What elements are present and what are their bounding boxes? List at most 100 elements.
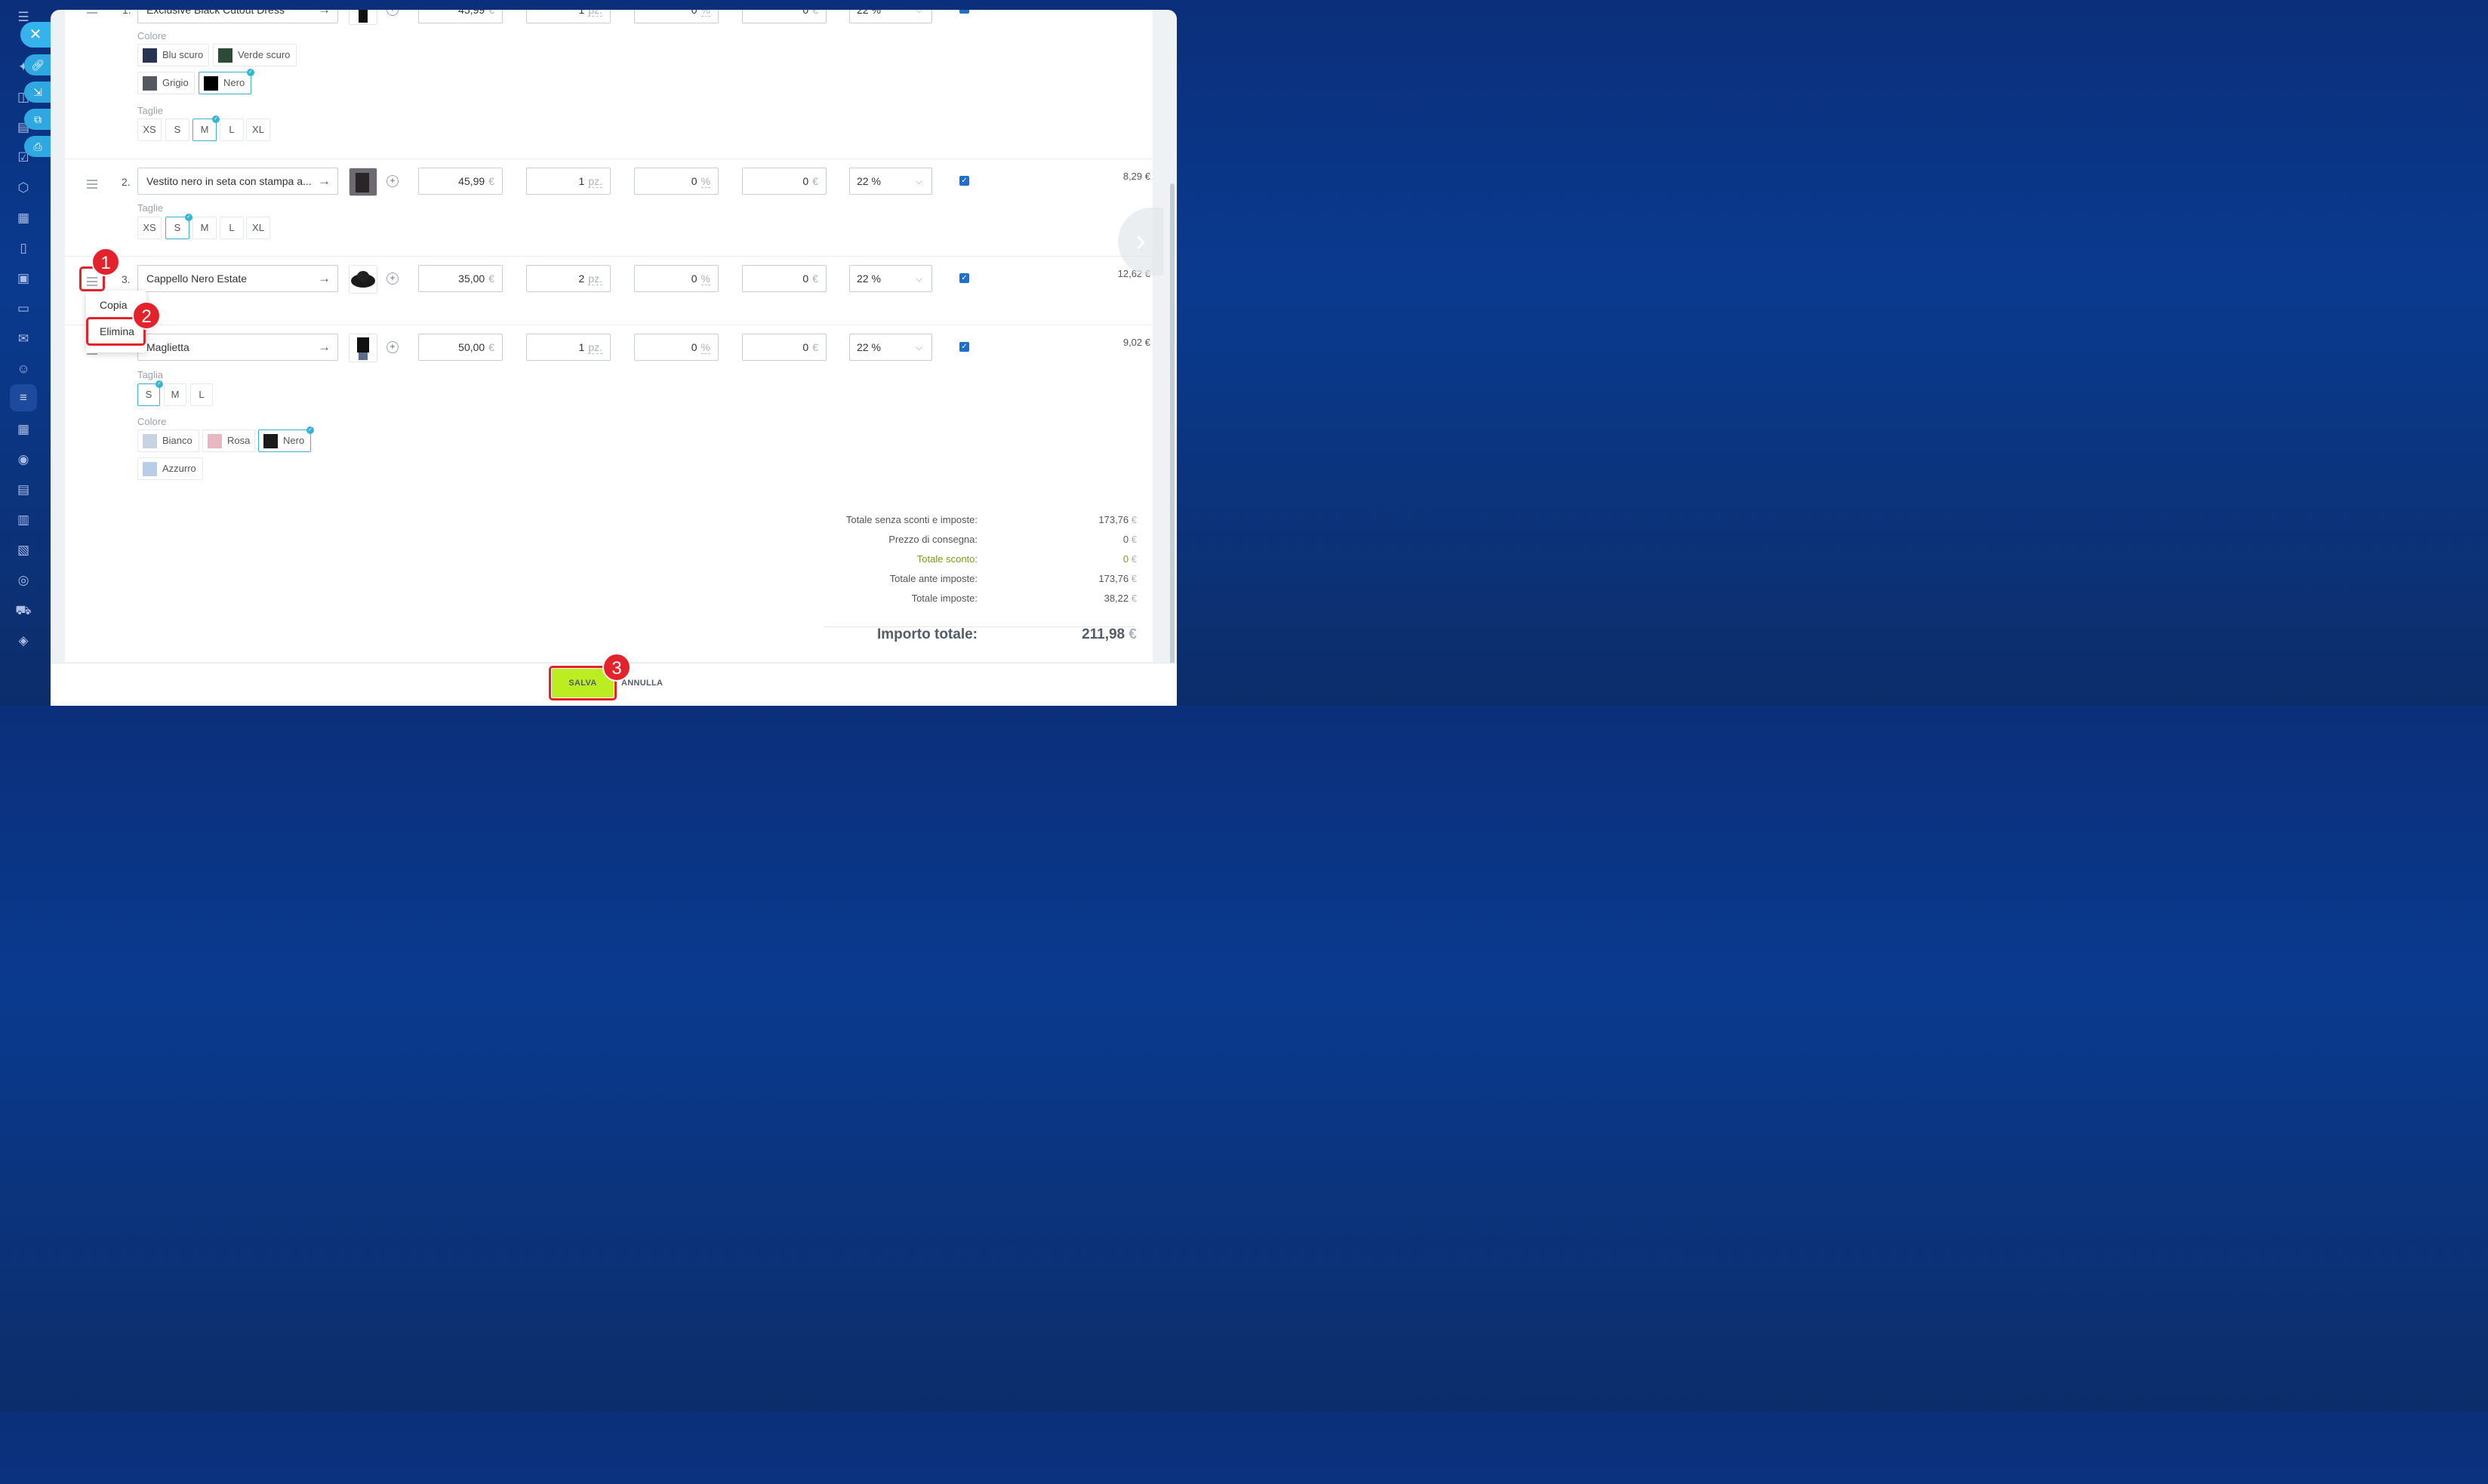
row-1-color-option-selected[interactable]: Nero ✓ — [199, 69, 254, 94]
schedule-icon[interactable]: ▦ — [15, 421, 32, 438]
row-1-color-option[interactable]: Blu scuro — [137, 44, 209, 66]
row-1-drag-handle[interactable] — [87, 10, 97, 16]
row-1-size-option-selected[interactable]: M ✓ — [192, 115, 220, 141]
copy-menu-item[interactable]: Copia — [100, 299, 128, 311]
row-2-size-option-selected[interactable]: S ✓ — [165, 214, 192, 239]
row-1-name-field[interactable]: Exclusive Black Cutout Dress → — [137, 10, 338, 23]
row-4-discount-field[interactable]: 0% — [634, 334, 719, 361]
row-4-price-field[interactable]: 50,00 € — [418, 334, 503, 361]
row-2-tax-select[interactable]: 22 % ⌵ — [849, 168, 932, 195]
percent-unit[interactable]: % — [701, 341, 710, 354]
row-1-discount-sum-field[interactable]: 0 € — [742, 10, 827, 23]
row-2-size-option[interactable]: XS — [137, 217, 162, 239]
document-icon[interactable]: ▯ — [15, 240, 32, 257]
row-2-discount-sum-field[interactable]: 0 € — [742, 168, 827, 195]
row-4-size-option[interactable]: M — [164, 383, 186, 406]
row-4-color-option[interactable]: Rosa — [202, 429, 255, 452]
row-2-tax-included-checkbox[interactable]: ✓ — [959, 176, 969, 186]
row-1-tax-included-checkbox[interactable]: ✓ — [959, 10, 969, 14]
row-3-quantity-field[interactable]: 2 pz. — [526, 265, 611, 292]
row-1-color-option[interactable]: Verde scuro — [213, 44, 297, 66]
robot-icon[interactable]: ◉ — [15, 451, 32, 468]
row-3-name-field[interactable]: Cappello Nero Estate → — [137, 265, 338, 292]
users-icon[interactable]: ☺ — [15, 361, 32, 377]
target-icon[interactable]: ◎ — [15, 572, 32, 589]
store-icon[interactable]: ▧ — [15, 542, 32, 559]
row-4-discount-sum-field[interactable]: 0 € — [742, 334, 827, 361]
close-slider-button[interactable]: ✕ — [20, 22, 51, 48]
pieces-unit[interactable]: pz. — [588, 10, 602, 17]
row-2-price-field[interactable]: 45,99 € — [418, 168, 503, 195]
row-2-quantity-field[interactable]: 1 pz. — [526, 168, 611, 195]
row-4-add-image-icon[interactable]: + — [386, 341, 399, 353]
cart-icon[interactable]: ⛟ — [15, 602, 32, 619]
arrow-right-icon[interactable]: → — [318, 266, 331, 291]
filter-icon[interactable]: ≡ — [15, 389, 32, 406]
row-1-color-option[interactable]: Grigio — [137, 72, 195, 94]
minimize-button[interactable]: ⇲ — [24, 82, 51, 103]
row-4-product-image[interactable] — [349, 334, 377, 362]
row-3-discount-field[interactable]: 0% — [634, 265, 719, 292]
copy-link-button[interactable]: 🔗︎ — [24, 54, 51, 75]
row-3-product-image[interactable] — [349, 265, 377, 294]
row-1-size-option[interactable]: S — [165, 119, 189, 141]
pieces-unit[interactable]: pz. — [588, 272, 602, 285]
row-4-size-option[interactable]: L — [190, 383, 213, 406]
chevron-down-icon: ⌵ — [915, 342, 922, 353]
percent-unit[interactable]: % — [701, 272, 710, 285]
vertical-scrollbar[interactable] — [1170, 183, 1175, 704]
row-4-name: Maglietta — [146, 341, 189, 353]
row-3-discount-sum-field[interactable]: 0 € — [742, 265, 827, 292]
pieces-unit[interactable]: pz. — [588, 175, 602, 188]
chart-icon[interactable]: ▥ — [15, 512, 32, 528]
row-2-product-image[interactable] — [349, 168, 377, 196]
row-4-color-option-selected[interactable]: Nero ✓ — [258, 426, 314, 452]
color-name: Nero — [283, 435, 305, 446]
row-4-price: 50,00 — [458, 341, 485, 353]
row-1-size-option[interactable]: L — [220, 119, 244, 141]
row-3-tax-included-checkbox[interactable]: ✓ — [959, 273, 969, 283]
arrow-right-icon[interactable]: → — [318, 10, 331, 23]
row-1-discount-field[interactable]: 0% — [634, 10, 719, 23]
row-4-name-field[interactable]: Maglietta → — [137, 334, 338, 361]
calendar-icon[interactable]: ▦ — [15, 210, 32, 226]
row-3-price-field[interactable]: 35,00 € — [418, 265, 503, 292]
row-2-size-option[interactable]: XL — [246, 217, 270, 239]
row-1-price-field[interactable]: 45,99 € — [418, 10, 503, 23]
subtotal-label: Totale senza sconti e imposte: — [845, 514, 978, 525]
arrow-right-icon[interactable]: → — [318, 168, 331, 194]
row-3-tax-select[interactable]: 22 % ⌵ — [849, 265, 932, 292]
row-2-drag-handle[interactable] — [87, 180, 97, 191]
open-new-window-button[interactable]: ⧉ — [24, 109, 51, 130]
row-2-add-image-icon[interactable]: + — [386, 175, 399, 187]
percent-unit[interactable]: % — [701, 175, 710, 188]
percent-unit[interactable]: % — [701, 10, 710, 17]
row-4-size-option-selected[interactable]: S ✓ — [137, 380, 163, 406]
print-button[interactable]: ⎙ — [24, 136, 51, 157]
row-1-product-image[interactable] — [349, 10, 377, 25]
currency-unit: € — [1129, 627, 1137, 642]
arrow-right-icon[interactable]: → — [318, 334, 331, 360]
row-4-color-option[interactable]: Azzurro — [137, 457, 203, 480]
settings-icon[interactable]: ◈ — [15, 633, 32, 649]
row-2-size-option[interactable]: M — [192, 217, 217, 239]
card-icon[interactable]: ▭ — [15, 300, 32, 317]
pieces-unit[interactable]: pz. — [588, 341, 602, 354]
row-2-discount-field[interactable]: 0% — [634, 168, 719, 195]
row-4-tax-included-checkbox[interactable]: ✓ — [959, 342, 969, 352]
row-2-size-option[interactable]: L — [220, 217, 244, 239]
contact-card-icon[interactable]: ▣ — [15, 270, 32, 287]
row-4-color-option[interactable]: Bianco — [137, 429, 199, 452]
row-4-quantity-field[interactable]: 1 pz. — [526, 334, 611, 361]
row-1-size-option[interactable]: XS — [137, 119, 162, 141]
row-2-name-field[interactable]: Vestito nero in seta con stampa a... → — [137, 168, 338, 195]
id-card-icon[interactable]: ▤ — [15, 482, 32, 498]
row-1-quantity-field[interactable]: 1 pz. — [526, 10, 611, 23]
row-3-add-image-icon[interactable]: + — [386, 272, 399, 285]
hexagon-icon[interactable]: ⬡ — [15, 180, 32, 196]
cancel-button[interactable]: ANNULLA — [621, 679, 663, 688]
row-1-size-option[interactable]: XL — [246, 119, 270, 141]
row-1-tax-select[interactable]: 22 % ⌵ — [849, 10, 932, 23]
row-4-tax-select[interactable]: 22 % ⌵ — [849, 334, 932, 361]
mail-icon[interactable]: ✉ — [15, 331, 32, 347]
